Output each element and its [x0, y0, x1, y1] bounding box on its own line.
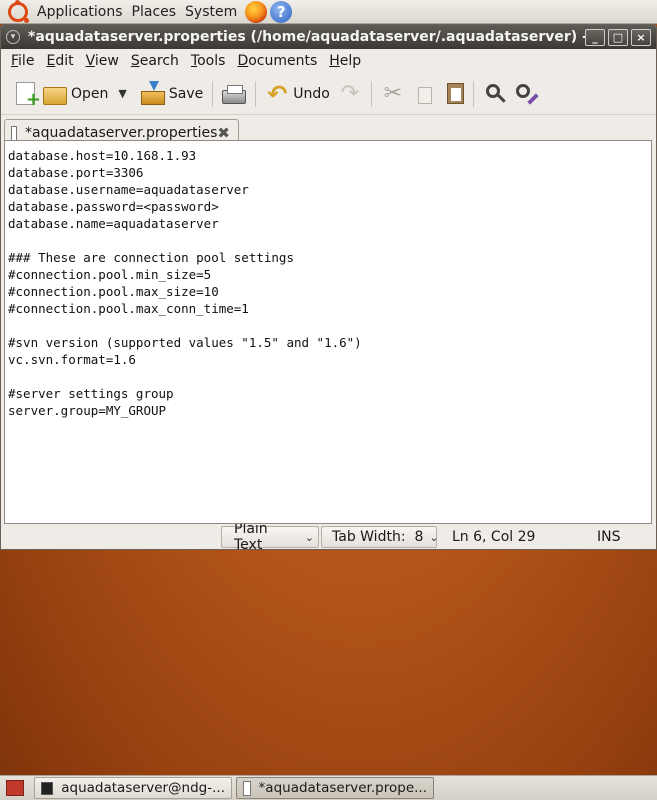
cut-button[interactable]: ✂ [377, 77, 409, 111]
menu-documents[interactable]: Documents [231, 53, 323, 69]
replace-button[interactable] [509, 77, 539, 111]
editor-line: database.port=3306 [8, 165, 144, 180]
chevron-down-icon[interactable]: ▼ [118, 87, 126, 100]
window-menu-icon[interactable]: ▾ [6, 30, 20, 44]
editor-line: database.name=aquadataserver [8, 216, 219, 231]
language-label: Plain Text [234, 521, 268, 553]
bottom-panel: aquadataserver@ndg-... *aquadataserver.p… [0, 775, 657, 800]
editor-line: #connection.pool.max_size=10 [8, 284, 219, 299]
redo-icon: ↷ [340, 80, 360, 106]
cut-icon: ✂ [383, 80, 403, 106]
find-button[interactable] [479, 77, 509, 111]
copy-button[interactable] [409, 77, 440, 111]
menubar: File Edit View Search Tools Documents He… [1, 49, 656, 73]
folder-open-icon [43, 87, 67, 105]
open-label: Open [71, 85, 109, 102]
toolbar-separator [370, 80, 372, 107]
system-menu[interactable]: System [185, 4, 237, 20]
toolbar-separator [212, 80, 214, 107]
chevron-down-icon: ⌄ [304, 530, 314, 544]
taskbar-item-gedit[interactable]: *aquadataserver.prope... [236, 777, 434, 799]
editor-line: #svn version (supported values "1.5" and… [8, 335, 362, 350]
toolbar: Open ▼ Save ↶ Undo ↷ ✂ [1, 73, 656, 115]
print-button[interactable] [218, 77, 250, 111]
editor-line: vc.svn.format=1.6 [8, 352, 136, 367]
editor-line: #connection.pool.min_size=5 [8, 267, 212, 282]
titlebar[interactable]: ▾ *aquadataserver.properties (/home/aqua… [1, 25, 656, 49]
save-label: Save [168, 85, 204, 102]
document-icon [11, 125, 18, 141]
menu-tools[interactable]: Tools [185, 53, 232, 69]
new-document-icon [16, 82, 41, 110]
menu-edit[interactable]: Edit [40, 53, 79, 69]
show-desktop-icon[interactable] [6, 780, 24, 796]
redo-button[interactable]: ↷ [334, 77, 366, 111]
tab-width-selector[interactable]: Tab Width: 8 ⌄ [321, 526, 439, 548]
help-icon[interactable]: ? [270, 0, 293, 23]
editor-line: server.group=MY_GROUP [8, 403, 167, 418]
menu-view[interactable]: View [80, 53, 125, 69]
text-editor[interactable]: database.host=10.168.1.93 database.port=3… [4, 140, 652, 524]
maximize-button[interactable]: □ [608, 28, 628, 46]
ubuntu-logo-icon[interactable] [8, 0, 29, 23]
top-panel: Applications Places System ? [0, 0, 657, 24]
search-icon [485, 84, 500, 98]
language-selector[interactable]: Plain Text ⌄ [221, 521, 319, 553]
toolbar-separator [255, 80, 257, 107]
places-menu[interactable]: Places [132, 4, 177, 20]
tab-label: *aquadataserver.properties [25, 125, 218, 141]
window-title: *aquadataserver.properties (/home/aquada… [28, 29, 585, 45]
tab-width-label: Tab Width: 8 [332, 529, 424, 545]
editor-line: #connection.pool.max_conn_time=1 [8, 301, 249, 316]
statusbar: Plain Text ⌄ Tab Width: 8 ⌄ Ln 6, Col 29… [1, 521, 656, 553]
firefox-icon[interactable] [245, 0, 268, 23]
undo-button[interactable]: ↶ Undo [261, 77, 334, 111]
menu-search[interactable]: Search [125, 53, 185, 69]
undo-label: Undo [293, 85, 330, 102]
toolbar-separator [472, 80, 474, 107]
menu-file[interactable]: File [5, 53, 40, 69]
paste-button[interactable] [440, 77, 468, 111]
editor-line: database.username=aquadataserver [8, 182, 249, 197]
print-icon [222, 84, 247, 104]
insert-mode: INS [597, 529, 621, 545]
chevron-down-icon: ⌄ [429, 530, 439, 544]
editor-line: ### These are connection pool settings [8, 250, 294, 265]
taskbar-item-label: *aquadataserver.prope... [258, 780, 427, 796]
save-icon [140, 81, 165, 105]
taskbar-item-terminal[interactable]: aquadataserver@ndg-... [34, 777, 232, 799]
editor-line: #server settings group [8, 386, 174, 401]
cursor-position: Ln 6, Col 29 [452, 529, 536, 545]
paste-icon [446, 83, 464, 104]
taskbar-item-label: aquadataserver@ndg-... [61, 780, 225, 796]
copy-icon [417, 86, 432, 104]
text-editor-icon [243, 780, 251, 796]
menu-help[interactable]: Help [323, 53, 367, 69]
undo-icon: ↶ [267, 79, 288, 108]
minimize-button[interactable]: _ [585, 28, 605, 46]
applications-menu[interactable]: Applications [37, 4, 123, 20]
editor-line: database.host=10.168.1.93 [8, 148, 197, 163]
new-button[interactable] [9, 77, 41, 111]
close-button[interactable]: × [631, 28, 651, 46]
terminal-icon [41, 781, 54, 795]
save-button[interactable]: Save [137, 77, 207, 111]
editor-line: database.password=<password> [8, 199, 219, 214]
find-replace-icon [515, 84, 530, 98]
open-button[interactable]: Open ▼ [39, 77, 131, 111]
